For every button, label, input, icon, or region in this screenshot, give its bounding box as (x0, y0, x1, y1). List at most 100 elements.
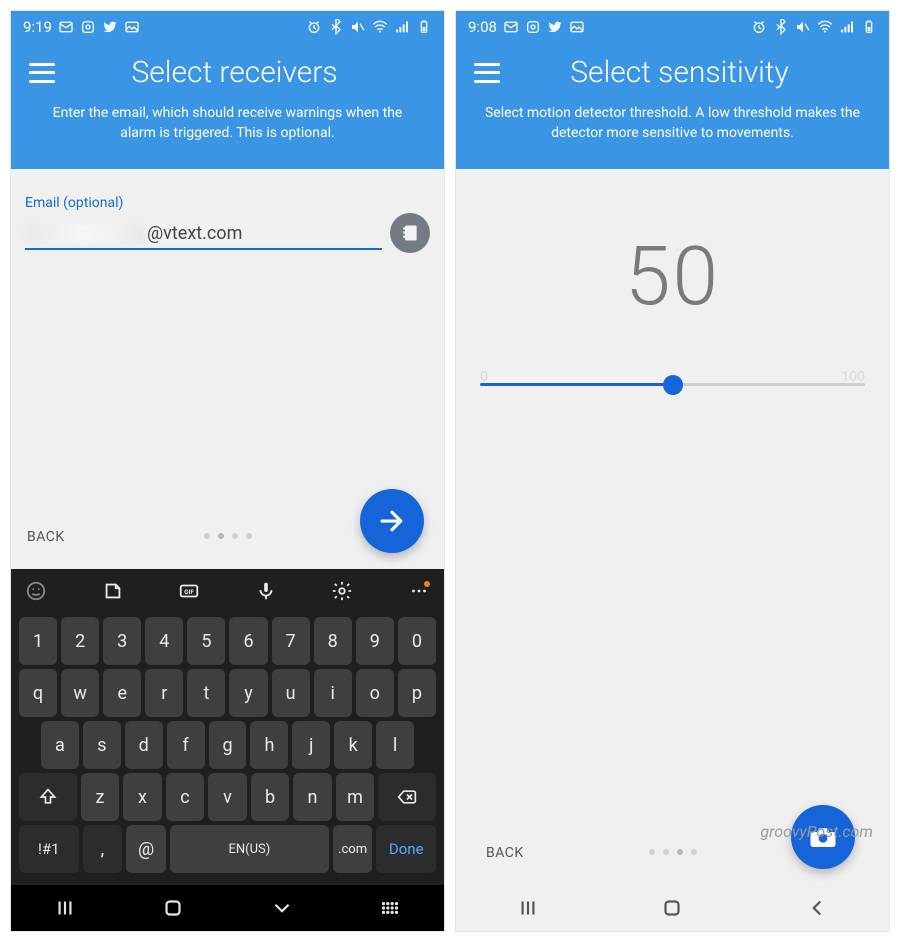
mute-icon (350, 19, 366, 35)
key-3[interactable]: 3 (103, 617, 141, 665)
key-0[interactable]: 0 (398, 617, 436, 665)
key-8[interactable]: 8 (314, 617, 352, 665)
recents-button[interactable] (498, 890, 558, 926)
sticker-icon (102, 580, 124, 602)
key-m[interactable]: m (336, 773, 375, 821)
home-button[interactable] (143, 890, 203, 926)
keyboard[interactable]: GIF 1234567890 qwertyuiop asdfghjkl zxcv… (11, 569, 444, 885)
key-h[interactable]: h (250, 721, 288, 769)
wifi-icon (372, 19, 388, 35)
gif-button[interactable]: GIF (174, 577, 204, 605)
key-i[interactable]: i (314, 669, 352, 717)
backspace-key[interactable] (378, 773, 436, 821)
key-a[interactable]: a (41, 721, 79, 769)
done-key[interactable]: Done (376, 825, 436, 873)
content-area: 50 0 100 BACK groovyPost.com (456, 169, 889, 885)
mail-icon (58, 19, 74, 35)
backspace-icon (396, 787, 418, 807)
key-v[interactable]: v (208, 773, 247, 821)
page-indicator (204, 533, 252, 539)
key-c[interactable]: c (166, 773, 205, 821)
mic-button[interactable] (251, 577, 281, 605)
instagram-icon (525, 19, 541, 35)
chevron-left-icon (804, 895, 830, 921)
sticker-button[interactable] (98, 577, 128, 605)
more-button[interactable] (404, 577, 434, 605)
key-y[interactable]: y (229, 669, 267, 717)
notification-dot (424, 581, 430, 587)
dotcom-key[interactable]: .com (333, 825, 373, 873)
chevron-down-icon (269, 895, 295, 921)
key-x[interactable]: x (123, 773, 162, 821)
menu-button[interactable] (29, 63, 55, 83)
key-q[interactable]: q (19, 669, 57, 717)
pick-contact-button[interactable] (390, 213, 430, 253)
menu-button[interactable] (474, 63, 500, 83)
key-g[interactable]: g (209, 721, 247, 769)
key-p[interactable]: p (398, 669, 436, 717)
watermark: groovyPost.com (760, 822, 873, 841)
sensitivity-value: 50 (470, 229, 875, 325)
key-7[interactable]: 7 (272, 617, 310, 665)
key-w[interactable]: w (61, 669, 99, 717)
key-1[interactable]: 1 (19, 617, 57, 665)
recents-button[interactable] (35, 890, 95, 926)
status-time: 9:08 (468, 18, 497, 36)
next-button[interactable] (360, 489, 424, 553)
key-k[interactable]: k (334, 721, 372, 769)
shift-key[interactable] (19, 773, 77, 821)
key-e[interactable]: e (103, 669, 141, 717)
email-suffix: @vtext.com (147, 223, 242, 244)
recents-icon (515, 895, 541, 921)
email-input[interactable]: @vtext.com (25, 217, 382, 250)
email-label: Email (optional) (25, 195, 430, 211)
key-r[interactable]: r (145, 669, 183, 717)
key-f[interactable]: f (167, 721, 205, 769)
key-6[interactable]: 6 (229, 617, 267, 665)
sensitivity-slider[interactable] (480, 383, 865, 386)
key-4[interactable]: 4 (145, 617, 183, 665)
key-d[interactable]: d (125, 721, 163, 769)
svg-text:GIF: GIF (184, 588, 194, 596)
key-l[interactable]: l (376, 721, 414, 769)
key-s[interactable]: s (83, 721, 121, 769)
at-key[interactable]: @ (126, 825, 166, 873)
home-icon (659, 895, 685, 921)
emoji-button[interactable] (21, 577, 51, 605)
key-z[interactable]: z (81, 773, 120, 821)
key-9[interactable]: 9 (356, 617, 394, 665)
home-button[interactable] (642, 890, 702, 926)
page-indicator (649, 849, 697, 855)
key-o[interactable]: o (356, 669, 394, 717)
key-b[interactable]: b (251, 773, 290, 821)
instagram-icon (80, 19, 96, 35)
arrow-right-icon (377, 506, 407, 536)
back-button[interactable]: BACK (27, 529, 65, 545)
screen-select-receivers: 9:19 Select receivers Enter the email, w… (10, 10, 445, 932)
settings-button[interactable] (327, 577, 357, 605)
gear-icon (331, 580, 353, 602)
keyboard-toggle-button[interactable] (360, 890, 420, 926)
key-5[interactable]: 5 (187, 617, 225, 665)
status-bar: 9:08 (456, 11, 889, 43)
key-2[interactable]: 2 (61, 617, 99, 665)
address-book-icon (400, 222, 420, 244)
battery-icon (861, 19, 877, 35)
key-t[interactable]: t (187, 669, 225, 717)
back-button[interactable]: BACK (486, 845, 524, 861)
image-icon (569, 19, 585, 35)
mail-icon (503, 19, 519, 35)
mic-icon (255, 580, 277, 602)
key-j[interactable]: j (292, 721, 330, 769)
key-n[interactable]: n (293, 773, 332, 821)
emoji-icon (25, 580, 47, 602)
back-nav-button[interactable] (252, 890, 312, 926)
space-key[interactable]: EN(US) (170, 825, 329, 873)
page-subtitle: Select motion detector threshold. A low … (474, 104, 871, 143)
back-nav-button[interactable] (787, 890, 847, 926)
comma-key[interactable]: , (83, 825, 123, 873)
status-time: 9:19 (23, 18, 52, 36)
shift-icon (38, 787, 58, 807)
key-u[interactable]: u (272, 669, 310, 717)
symbols-key[interactable]: !#1 (19, 825, 79, 873)
